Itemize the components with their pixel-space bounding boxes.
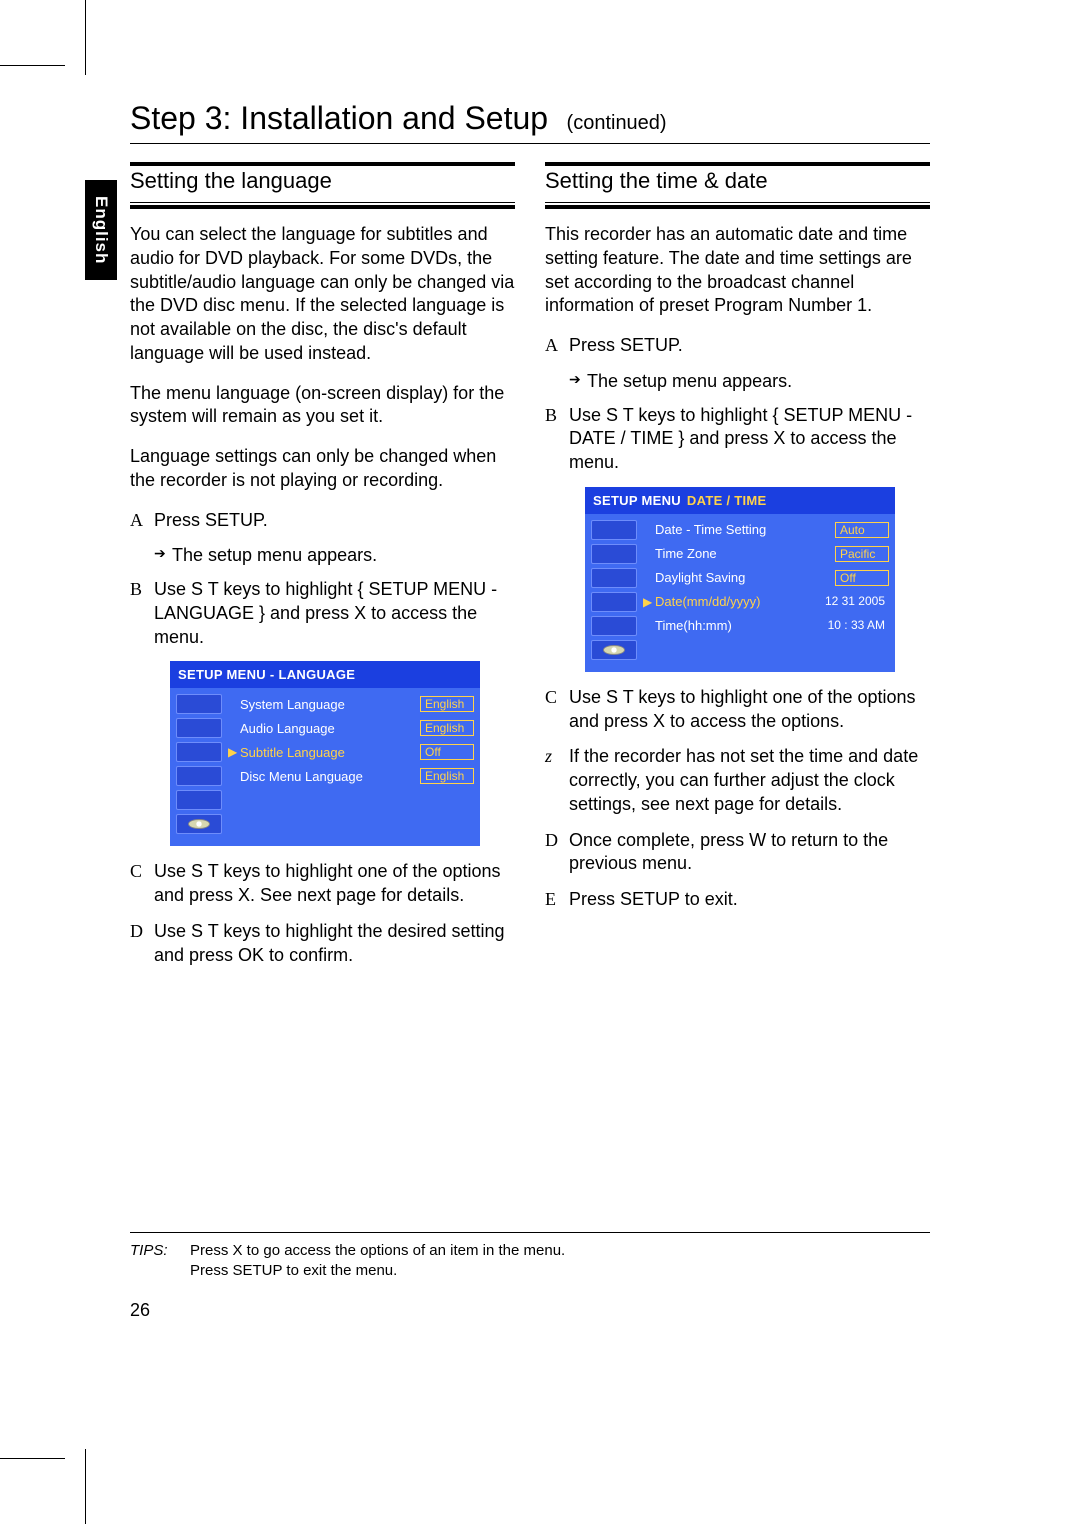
- osd-label: Disc Menu Language: [240, 769, 420, 784]
- page-number: 26: [130, 1300, 150, 1321]
- step-letter: A: [130, 509, 154, 533]
- left-para-2: The menu language (on-screen display) fo…: [130, 382, 515, 430]
- right-step-a-sub: ➔ The setup menu appears.: [545, 370, 930, 394]
- step-text: Use S T keys to highlight one of the opt…: [154, 860, 515, 908]
- left-step-b: B Use S T keys to highlight { SETUP MENU…: [130, 578, 515, 649]
- osd-row: Audio Language English: [228, 716, 474, 740]
- step-text: Once complete, press W to return to the …: [569, 829, 930, 877]
- step-letter: B: [545, 404, 569, 475]
- disc-icon: [591, 640, 637, 660]
- page-title-continued: (continued): [567, 112, 667, 134]
- osd-value: Pacific: [835, 546, 889, 562]
- disc-icon: [176, 814, 222, 834]
- left-step-a: A Press SETUP.: [130, 509, 515, 533]
- osd-label: Time(hh:mm): [655, 618, 824, 633]
- left-step-d: D Use S T keys to highlight the desired …: [130, 920, 515, 968]
- bullet-text: If the recorder has not set the time and…: [569, 745, 930, 816]
- osd-row: Time Zone Pacific: [643, 542, 889, 566]
- bullet-mark: z: [545, 745, 569, 816]
- left-para-1: You can select the language for subtitle…: [130, 223, 515, 366]
- osd-value: English: [420, 720, 474, 736]
- right-heading: Setting the time & date: [545, 168, 930, 198]
- language-tab-label: English: [91, 196, 111, 264]
- osd-row: Time(hh:mm) 10 : 33 AM: [643, 614, 889, 638]
- osd-value: 10 : 33 AM: [824, 618, 889, 634]
- right-step-d: D Once complete, press W to return to th…: [545, 829, 930, 877]
- right-bullet: z If the recorder has not set the time a…: [545, 745, 930, 816]
- step-text: Use S T keys to highlight the desired se…: [154, 920, 515, 968]
- osd-header: SETUP MENU - LANGUAGE: [170, 661, 480, 688]
- osd-row-selected: ▶ Subtitle Language Off: [228, 740, 474, 764]
- osd-label: Subtitle Language: [240, 745, 420, 760]
- osd-value: Auto: [835, 522, 889, 538]
- tips-footer: TIPS: Press X to go access the options o…: [130, 1232, 930, 1282]
- osd-value: Off: [420, 744, 474, 760]
- right-para-1: This recorder has an automatic date and …: [545, 223, 930, 318]
- sub-text: The setup menu appears.: [172, 544, 377, 568]
- osd-value: Off: [835, 570, 889, 586]
- osd-row: Date - Time Setting Auto: [643, 518, 889, 542]
- step-letter: B: [130, 578, 154, 649]
- arrow-icon: ➔: [569, 370, 587, 394]
- language-tab: English: [85, 180, 117, 280]
- left-heading: Setting the language: [130, 168, 515, 198]
- step-text: Use S T keys to highlight { SETUP MENU -…: [569, 404, 930, 475]
- osd-value: 12 31 2005: [821, 594, 889, 610]
- step-text: Use S T keys to highlight one of the opt…: [569, 686, 930, 734]
- right-step-b: B Use S T keys to highlight { SETUP MENU…: [545, 404, 930, 475]
- osd-value: English: [420, 768, 474, 784]
- step-text: Press SETUP.: [569, 334, 930, 358]
- osd-label: Time Zone: [655, 546, 835, 561]
- step-letter: C: [545, 686, 569, 734]
- osd-label: Date - Time Setting: [655, 522, 835, 537]
- osd-header: SETUP MENU DATE / TIME: [585, 487, 895, 514]
- tips-label: TIPS:: [130, 1241, 190, 1282]
- selection-triangle-icon: ▶: [228, 745, 240, 759]
- osd-label: Daylight Saving: [655, 570, 835, 585]
- osd-label: System Language: [240, 697, 420, 712]
- right-column: Setting the time & date This recorder ha…: [545, 162, 930, 979]
- step-text: Press SETUP.: [154, 509, 515, 533]
- right-step-c: C Use S T keys to highlight one of the o…: [545, 686, 930, 734]
- step-letter: A: [545, 334, 569, 358]
- osd-label: Date(mm/dd/yyyy): [655, 594, 821, 609]
- tips-line-1: Press X to go access the options of an i…: [190, 1241, 565, 1261]
- osd-row: Daylight Saving Off: [643, 566, 889, 590]
- step-letter: C: [130, 860, 154, 908]
- page-title: Step 3: Installation and Setup: [130, 100, 548, 136]
- osd-value: English: [420, 696, 474, 712]
- right-step-a: A Press SETUP.: [545, 334, 930, 358]
- osd-datetime-menu: SETUP MENU DATE / TIME Date - Time Setti…: [585, 487, 895, 672]
- step-text: Use S T keys to highlight { SETUP MENU -…: [154, 578, 515, 649]
- left-column: Setting the language You can select the …: [130, 162, 515, 979]
- osd-row: Disc Menu Language English: [228, 764, 474, 788]
- sub-text: The setup menu appears.: [587, 370, 792, 394]
- osd-row: System Language English: [228, 692, 474, 716]
- left-step-c: C Use S T keys to highlight one of the o…: [130, 860, 515, 908]
- tips-line-2: Press SETUP to exit the menu.: [190, 1261, 565, 1281]
- selection-triangle-icon: ▶: [643, 595, 655, 609]
- osd-header-a: SETUP MENU: [593, 493, 681, 508]
- step-letter: D: [545, 829, 569, 877]
- step-letter: E: [545, 888, 569, 912]
- osd-header-b: DATE / TIME: [687, 493, 767, 508]
- osd-language-menu: SETUP MENU - LANGUAGE System Language En…: [170, 661, 480, 846]
- page-title-row: Step 3: Installation and Setup (continue…: [130, 100, 930, 144]
- left-para-3: Language settings can only be changed wh…: [130, 445, 515, 493]
- osd-row-selected: ▶ Date(mm/dd/yyyy) 12 31 2005: [643, 590, 889, 614]
- left-step-a-sub: ➔ The setup menu appears.: [130, 544, 515, 568]
- osd-label: Audio Language: [240, 721, 420, 736]
- step-letter: D: [130, 920, 154, 968]
- right-step-e: E Press SETUP to exit.: [545, 888, 930, 912]
- arrow-icon: ➔: [154, 544, 172, 568]
- step-text: Press SETUP to exit.: [569, 888, 930, 912]
